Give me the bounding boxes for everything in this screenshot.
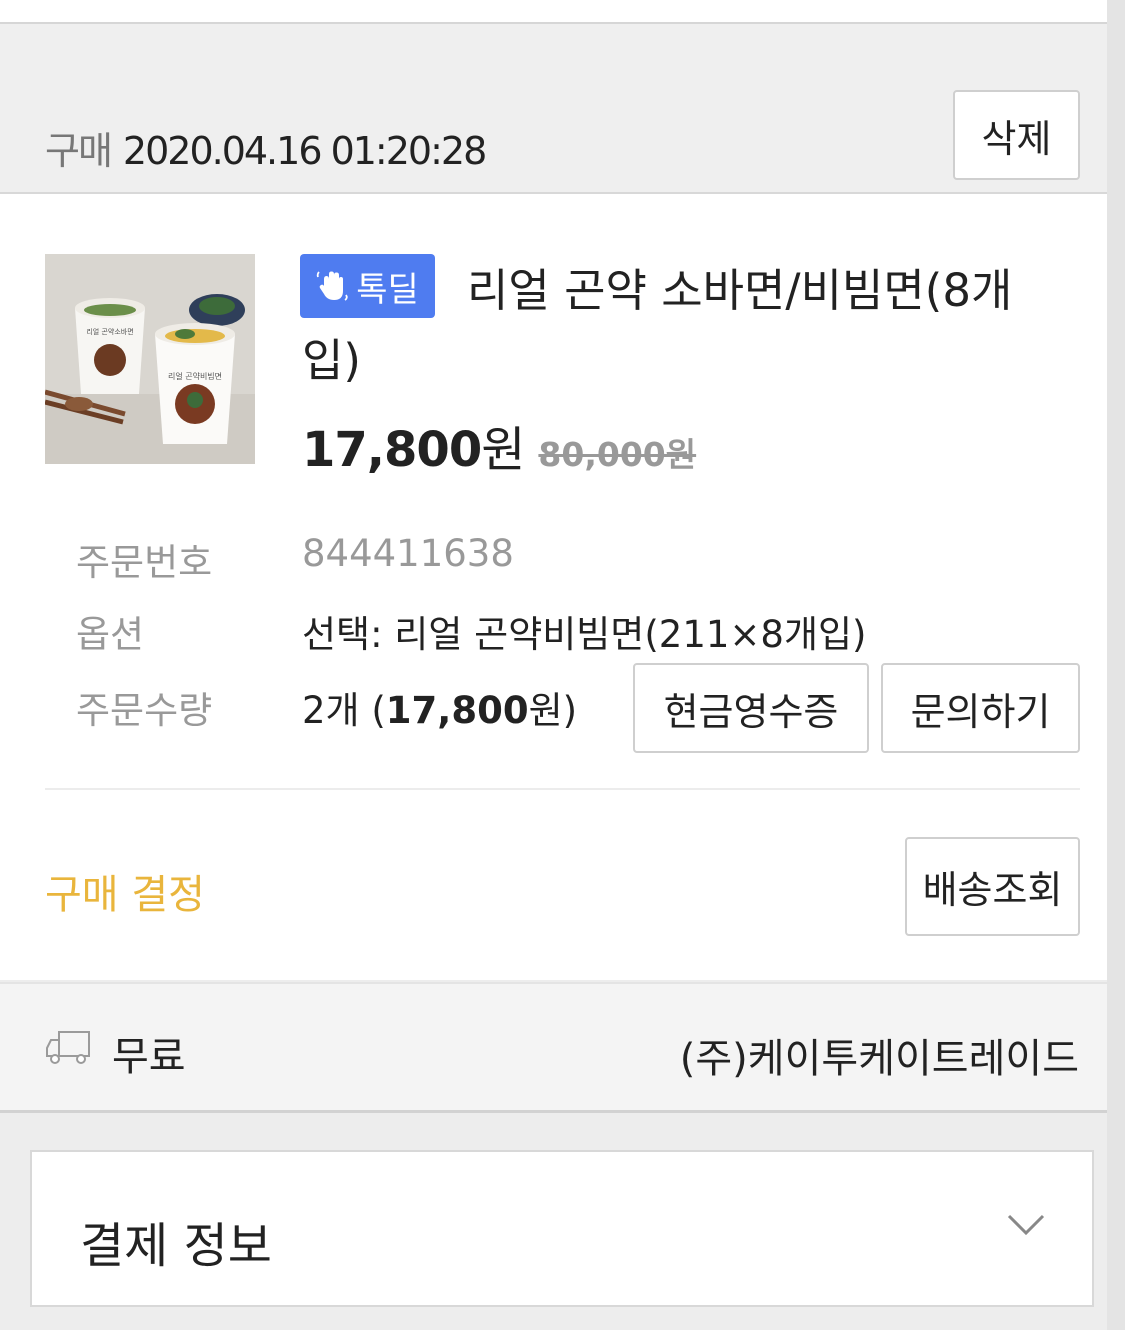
option-value: 선택: 리얼 곤약비빔면(211×8개입) [302,613,867,656]
sale-price-unit: 원 [481,422,525,478]
purchase-date: 구매 2020.04.16 01:20:28 [45,120,487,175]
seller-name[interactable]: (주)케이투케이트레이드 [680,1026,1079,1084]
price-row: 17,800원 80,000원 [302,410,696,480]
track-delivery-button[interactable]: 배송조회 [905,837,1080,936]
divider [45,788,1080,790]
order-no-label: 주문번호 [76,541,213,584]
badge-label: 톡딜 [356,269,419,310]
order-status: 구매 결정 [45,872,205,918]
cup-label-big: 리얼 곤약비빔면 [168,371,222,381]
previous-section-edge [0,0,1107,24]
shipping-fee: 무료 [112,1034,186,1080]
cup-label-small: 리얼 곤약소바면 [86,327,133,336]
order-header: 구매 2020.04.16 01:20:28 삭제 [0,24,1107,194]
sale-price: 17,800원 [302,422,525,478]
tokdeal-badge: 톡딜 [300,254,435,318]
payment-info-panel[interactable]: 결제 정보 [30,1150,1094,1307]
payment-info-title: 결제 정보 [80,1218,272,1274]
truck-icon [46,1031,90,1064]
option-label: 옵션 [76,613,145,656]
quantity-amount: 17,800 [385,689,529,732]
product-photo: 리얼 곤약소바면 리얼 곤약비빔면 [45,254,255,464]
cash-receipt-button[interactable]: 현금영수증 [633,663,869,753]
purchase-datetime: 2020.04.16 01:20:28 [122,129,487,173]
sale-price-number: 17,800 [302,422,482,478]
chevron-down-icon[interactable] [1006,1210,1046,1240]
delete-button[interactable]: 삭제 [953,90,1080,180]
order-card: 리얼 곤약소바면 리얼 곤약비빔면 리얼 곤약 소바면/비빔면(8개입) 톡딜 … [0,194,1107,980]
waving-hand-icon [316,271,348,301]
order-no: 844411638 [302,532,514,575]
product-image[interactable]: 리얼 곤약소바면 리얼 곤약비빔면 [45,254,255,464]
inquiry-button[interactable]: 문의하기 [881,663,1080,753]
scrollbar-track[interactable] [1107,0,1125,1330]
quantity-value: 2개 (17,800원) [302,680,577,734]
quantity-prefix: 2개 ( [302,689,386,732]
original-price: 80,000원 [538,435,697,474]
purchase-label: 구매 [45,129,113,173]
quantity-suffix: 원) [528,689,578,732]
shipping-info: 무료 (주)케이투케이트레이드 [0,982,1107,1113]
quantity-label: 주문수량 [76,689,213,732]
